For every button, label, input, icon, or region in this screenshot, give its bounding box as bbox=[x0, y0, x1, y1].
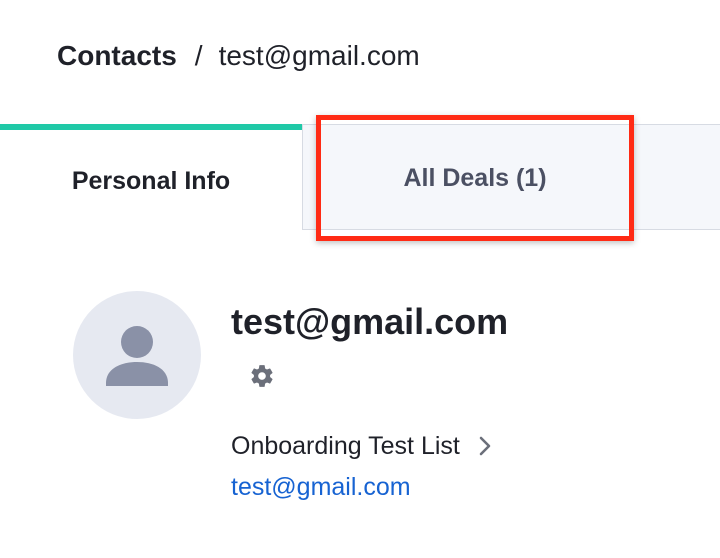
breadcrumb-current: test@gmail.com bbox=[218, 40, 420, 71]
contact-page: Contacts / test@gmail.com Personal Info … bbox=[0, 0, 720, 558]
tab-personal-info[interactable]: Personal Info bbox=[0, 124, 302, 230]
breadcrumb-contacts-link[interactable]: Contacts bbox=[57, 40, 177, 72]
contact-name: test@gmail.com bbox=[231, 301, 509, 342]
tab-all-deals-label: All Deals (1) bbox=[403, 163, 547, 192]
contact-list-link[interactable]: Onboarding Test List bbox=[231, 429, 492, 463]
breadcrumb: Contacts / test@gmail.com bbox=[57, 36, 420, 76]
chevron-right-icon bbox=[478, 435, 492, 457]
tab-all-deals[interactable]: All Deals (1) bbox=[302, 124, 720, 230]
avatar bbox=[73, 291, 201, 419]
breadcrumb-separator: / bbox=[194, 40, 203, 71]
person-icon bbox=[106, 326, 168, 386]
tab-bar: Personal Info All Deals (1) bbox=[0, 124, 720, 230]
contact-list-label: Onboarding Test List bbox=[231, 431, 460, 460]
contact-email-link[interactable]: test@gmail.com bbox=[231, 470, 411, 504]
tab-personal-info-label: Personal Info bbox=[71, 166, 231, 195]
gear-icon[interactable] bbox=[249, 363, 275, 389]
